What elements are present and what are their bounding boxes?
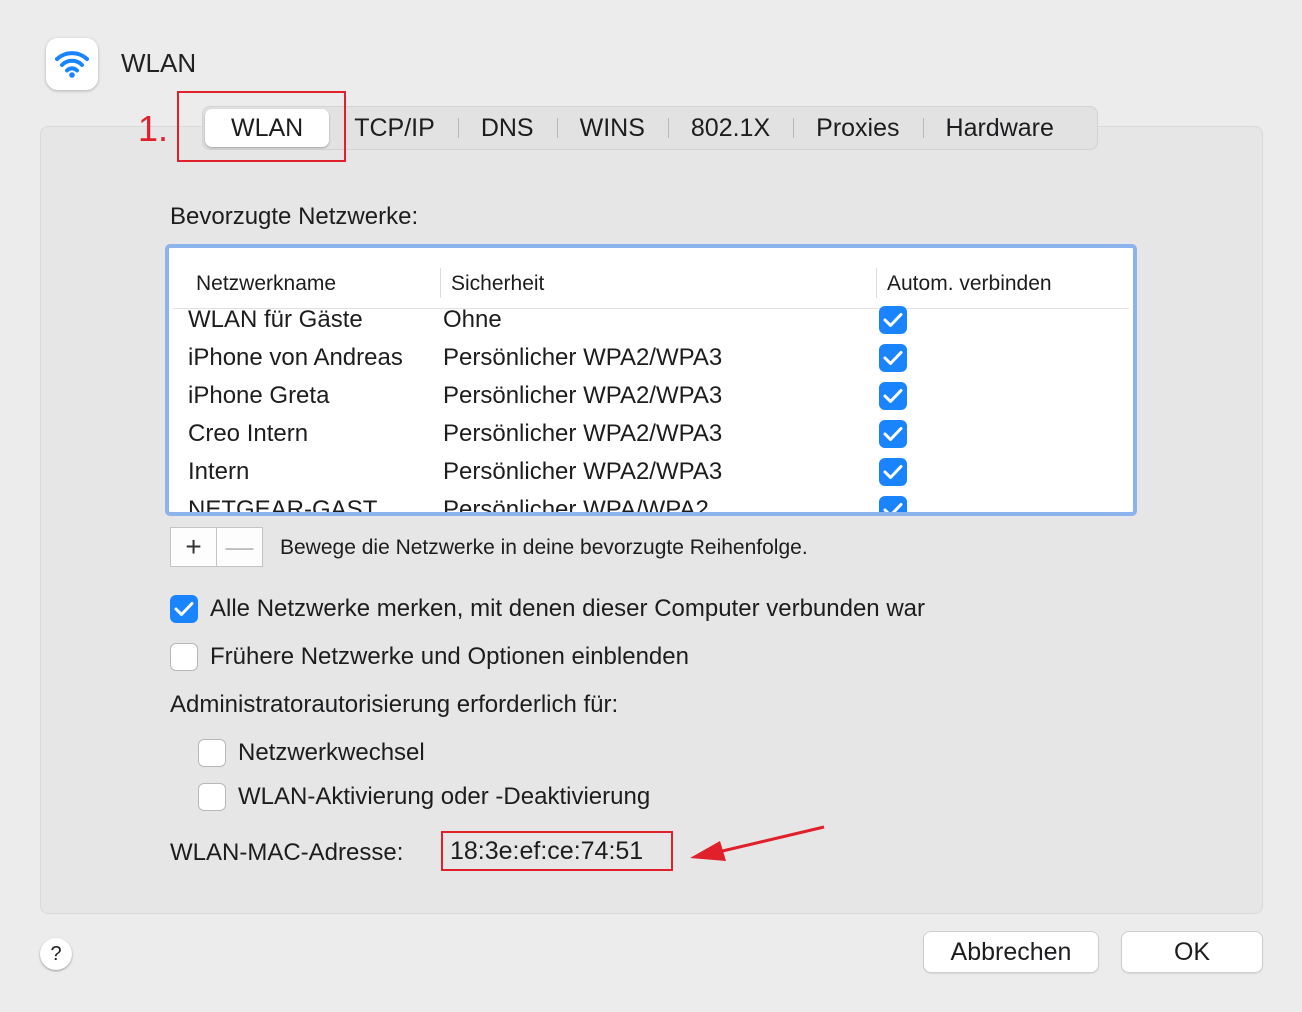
checkmark-icon <box>883 427 903 441</box>
checkmark-icon <box>174 602 194 616</box>
auto-connect-checkbox[interactable] <box>879 496 907 512</box>
add-network-button[interactable]: + <box>171 528 216 566</box>
auto-connect-checkbox[interactable] <box>879 420 907 448</box>
column-header-security[interactable]: Sicherheit <box>451 272 544 296</box>
auto-connect-checkbox[interactable] <box>879 344 907 372</box>
network-name-cell: WLAN für Gäste <box>188 306 363 333</box>
table-row[interactable]: Creo Intern Persönlicher WPA2/WPA3 <box>169 416 1133 454</box>
security-cell: Persönlicher WPA/WPA2 <box>443 496 709 516</box>
column-header-name[interactable]: Netzwerkname <box>196 272 336 296</box>
tab-dns[interactable]: DNS <box>457 107 557 149</box>
annotation-highlight-wlan-tab <box>177 91 346 162</box>
add-remove-control: + — <box>170 527 263 567</box>
annotation-step-number: 1. <box>138 108 169 149</box>
network-name-cell: iPhone von Andreas <box>188 344 403 371</box>
mac-address-value: 18:3e:ef:ce:74:51 <box>441 831 673 871</box>
checkmark-icon <box>883 389 903 403</box>
checkmark-icon <box>883 503 903 512</box>
tab-tcpip[interactable]: TCP/IP <box>331 107 458 149</box>
ok-button[interactable]: OK <box>1122 932 1262 972</box>
tab-8021x[interactable]: 802.1X <box>667 107 793 149</box>
security-cell: Persönlicher WPA2/WPA3 <box>443 382 723 409</box>
tab-proxies[interactable]: Proxies <box>793 107 922 149</box>
table-row[interactable]: WLAN für Gäste Ohne <box>169 302 1133 340</box>
checkmark-icon <box>883 313 903 327</box>
checkmark-icon <box>883 465 903 479</box>
column-divider <box>440 268 441 298</box>
network-name-cell: iPhone Greta <box>188 382 330 409</box>
remove-network-button[interactable]: — <box>216 528 262 566</box>
table-row[interactable]: iPhone Greta Persönlicher WPA2/WPA3 <box>169 378 1133 416</box>
wlan-settings-window: WLAN 1. WLAN TCP/IP DNS WINS 802.1X Prox… <box>0 0 1302 1012</box>
table-row[interactable]: iPhone von Andreas Persönlicher WPA2/WPA3 <box>169 340 1133 378</box>
cancel-button[interactable]: Abbrechen <box>924 932 1098 972</box>
remember-networks-checkbox[interactable] <box>170 595 198 623</box>
column-divider <box>876 268 877 298</box>
wifi-toggle-checkbox[interactable] <box>198 783 226 811</box>
tab-hardware[interactable]: Hardware <box>922 107 1077 149</box>
show-legacy-networks-checkbox[interactable] <box>170 643 198 671</box>
tab-wins[interactable]: WINS <box>556 107 668 149</box>
auto-connect-checkbox[interactable] <box>879 458 907 486</box>
window-title: WLAN <box>121 48 197 78</box>
wifi-icon <box>46 38 98 90</box>
reorder-hint: Bewege die Netzwerke in deine bevorzugte… <box>280 536 808 559</box>
auto-connect-checkbox[interactable] <box>879 382 907 410</box>
network-name-cell: NETGEAR-GAST <box>188 496 378 516</box>
network-change-label: Netzwerkwechsel <box>238 739 425 766</box>
help-button[interactable]: ? <box>40 938 72 970</box>
mac-address-label: WLAN-MAC-Adresse: <box>170 839 404 866</box>
security-cell: Persönlicher WPA2/WPA3 <box>443 420 723 447</box>
wifi-toggle-label: WLAN-Aktivierung oder -Deaktivierung <box>238 783 651 810</box>
preferred-networks-label: Bevorzugte Netzwerke: <box>170 203 419 230</box>
remember-networks-label: Alle Netzwerke merken, mit denen dieser … <box>210 595 925 622</box>
table-row[interactable]: Intern Persönlicher WPA2/WPA3 <box>169 454 1133 492</box>
show-legacy-networks-label: Frühere Netzwerke und Optionen einblende… <box>210 643 689 670</box>
column-header-auto-connect[interactable]: Autom. verbinden <box>887 272 1052 296</box>
network-change-checkbox[interactable] <box>198 739 226 767</box>
table-header: Netzwerkname Sicherheit Autom. verbinden <box>173 252 1129 309</box>
security-cell: Persönlicher WPA2/WPA3 <box>443 344 723 371</box>
checkmark-icon <box>883 351 903 365</box>
network-name-cell: Creo Intern <box>188 420 309 447</box>
security-cell: Persönlicher WPA2/WPA3 <box>443 458 723 485</box>
security-cell: Ohne <box>443 306 502 333</box>
auto-connect-checkbox[interactable] <box>879 306 907 334</box>
network-name-cell: Intern <box>188 458 250 485</box>
table-row[interactable]: NETGEAR-GAST Persönlicher WPA/WPA2 <box>169 492 1133 516</box>
preferred-networks-table[interactable]: Netzwerkname Sicherheit Autom. verbinden… <box>165 244 1137 516</box>
annotation-arrow-icon <box>690 825 825 861</box>
admin-auth-label: Administratorautorisierung erforderlich … <box>170 691 619 718</box>
